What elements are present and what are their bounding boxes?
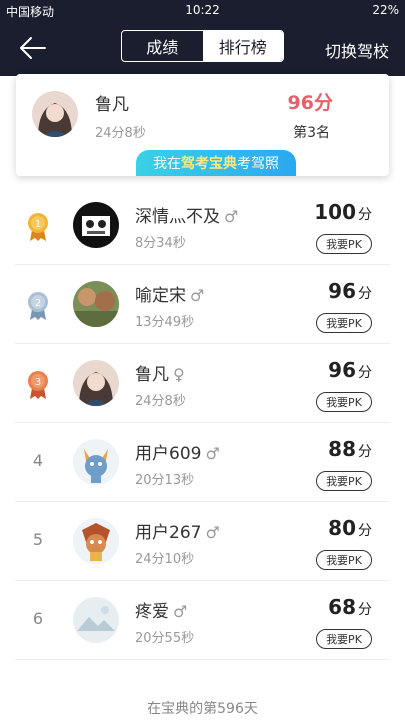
avatar[interactable]: [73, 360, 119, 406]
list-item[interactable]: 4 用户609 ♂ 20分13秒 88 分 我要PK: [15, 423, 390, 502]
user-time: 24分8秒: [135, 394, 186, 409]
bronze-medal-icon: 3: [28, 371, 48, 399]
user-score: 68 分: [328, 595, 372, 619]
user-time: 20分55秒: [135, 631, 195, 646]
male-icon: ♂: [205, 523, 220, 542]
user-time: 20分13秒: [135, 473, 195, 488]
list-item[interactable]: 2 喻定宋 ♂ 13分49秒 96 分 我要PK: [15, 265, 390, 344]
female-icon: ♀: [173, 365, 185, 384]
avatar[interactable]: [73, 281, 119, 327]
gold-medal-icon: 1: [28, 213, 48, 241]
rank-number: 5: [32, 530, 44, 549]
user-score: 96 分: [328, 279, 372, 303]
user-name: 用户267 ♂: [135, 523, 220, 543]
my-name: 鲁凡: [95, 95, 129, 115]
user-score: 88 分: [328, 437, 372, 461]
pk-button[interactable]: 我要PK: [316, 471, 372, 491]
my-score-card: 鲁凡 24分8秒 96分 第3名 我在 驾考宝典 考驾照: [16, 74, 389, 176]
rank-number: 6: [32, 609, 44, 628]
arrow-left-icon: [20, 37, 46, 59]
list-item[interactable]: 3 鲁凡 ♀ 24分8秒 96 分 我要PK: [15, 344, 390, 423]
user-time: 13分49秒: [135, 315, 195, 330]
user-name: 用户609 ♂: [135, 444, 220, 464]
tab-ranking[interactable]: 排行榜: [202, 31, 283, 61]
banner-highlight: 驾考宝典: [181, 156, 237, 172]
clock: 10:22: [185, 3, 220, 17]
user-name: 鲁凡 ♀: [135, 365, 185, 385]
male-icon: ♂: [224, 207, 239, 226]
banner-suffix: 考驾照: [237, 156, 279, 172]
pk-button[interactable]: 我要PK: [316, 234, 372, 254]
avatar[interactable]: [73, 518, 119, 564]
list-item[interactable]: 6 疼爱 ♂ 20分55秒 68 分 我要PK: [15, 581, 390, 660]
promo-banner[interactable]: 我在 驾考宝典 考驾照: [136, 150, 296, 176]
user-time: 24分10秒: [135, 552, 195, 567]
rank-number: 4: [32, 451, 44, 470]
pk-button[interactable]: 我要PK: [316, 313, 372, 333]
user-score: 80 分: [328, 516, 372, 540]
pk-button[interactable]: 我要PK: [316, 550, 372, 570]
user-name: 疼爱 ♂: [135, 602, 188, 622]
svg-text:2: 2: [35, 298, 41, 309]
tab-score[interactable]: 成绩: [122, 31, 203, 61]
switch-school-button[interactable]: 切换驾校: [325, 38, 389, 62]
battery-label: 22%: [372, 3, 399, 17]
ranking-list: 1 深情灬不及 ♂ 8分34秒 100 分 我要PK 2 喻定宋 ♂ 13分49…: [0, 186, 405, 660]
status-bar: 中国移动 10:22 22%: [0, 0, 405, 20]
my-time: 24分8秒: [95, 126, 146, 141]
nav-bar: 成绩 排行榜 切换驾校: [0, 20, 405, 76]
pk-button[interactable]: 我要PK: [316, 392, 372, 412]
my-score: 96分: [287, 92, 333, 114]
silver-medal-icon: 2: [28, 292, 48, 320]
male-icon: ♂: [205, 444, 220, 463]
avatar[interactable]: [73, 597, 119, 643]
user-time: 8分34秒: [135, 236, 186, 251]
user-score: 100 分: [314, 200, 372, 224]
avatar: [32, 91, 78, 137]
avatar[interactable]: [73, 439, 119, 485]
list-item[interactable]: 1 深情灬不及 ♂ 8分34秒 100 分 我要PK: [15, 186, 390, 265]
segmented-control: 成绩 排行榜: [121, 30, 284, 62]
user-name: 喻定宋 ♂: [135, 286, 205, 306]
svg-text:3: 3: [35, 377, 41, 388]
male-icon: ♂: [190, 286, 205, 305]
banner-prefix: 我在: [153, 156, 181, 172]
user-score: 96 分: [328, 358, 372, 382]
svg-text:1: 1: [35, 219, 41, 230]
user-name: 深情灬不及 ♂: [135, 207, 239, 227]
male-icon: ♂: [173, 602, 188, 621]
pk-button[interactable]: 我要PK: [316, 629, 372, 649]
my-rank: 第3名: [293, 125, 330, 141]
list-item[interactable]: 5 用户267 ♂ 24分10秒 80 分 我要PK: [15, 502, 390, 581]
days-footer: 在宝典的第596天: [147, 701, 258, 717]
avatar[interactable]: [73, 202, 119, 248]
back-button[interactable]: [18, 34, 48, 62]
